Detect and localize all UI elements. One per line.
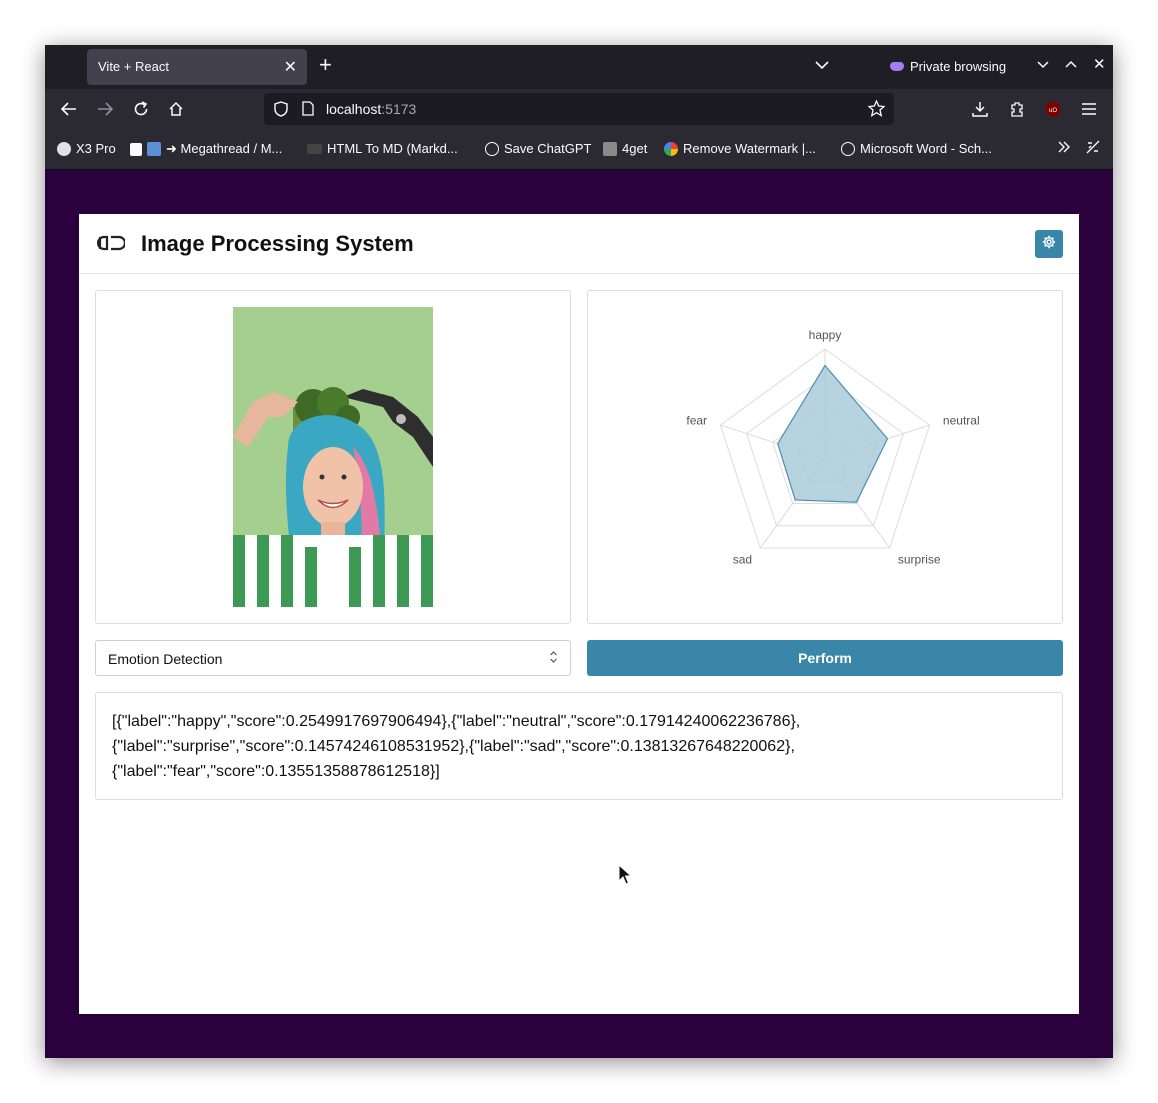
bookmark-favicon-icon (147, 142, 161, 156)
mouse-cursor-icon (618, 863, 633, 891)
radar-axis-label: neutral (943, 414, 980, 428)
radar-axis-label: sad (733, 552, 752, 566)
bookmark-label: HTML To MD (Markd... (327, 141, 458, 156)
forward-icon[interactable] (95, 99, 115, 119)
bookmark-item[interactable]: 4get (603, 141, 647, 156)
bookmarks-bar: X3 Pro ➜ Megathread / M... HTML To MD (M… (45, 129, 1113, 170)
emotion-radar-chart: happy neutral surprise sad fear (686, 328, 980, 566)
ublock-icon[interactable]: uO (1043, 99, 1063, 119)
home-icon[interactable] (166, 99, 186, 119)
shield-icon[interactable] (274, 101, 288, 120)
tab-active[interactable]: Vite + React ✕ (87, 49, 307, 85)
app-logo-icon (96, 232, 127, 259)
bookmark-star-icon[interactable] (867, 99, 886, 120)
bookmark-label: Microsoft Word - Sch... (860, 141, 992, 156)
svg-text:uO: uO (1049, 108, 1057, 114)
settings-button[interactable] (1035, 230, 1063, 258)
toolbar-extension-icon[interactable] (1085, 139, 1101, 155)
chevron-down-icon[interactable] (815, 57, 829, 75)
bookmark-item[interactable]: Microsoft Word - Sch... (841, 141, 992, 156)
downloads-icon[interactable] (970, 99, 990, 119)
close-window-icon[interactable]: ✕ (1093, 55, 1106, 73)
bookmark-label: 4get (622, 141, 648, 156)
radar-series-area (777, 364, 889, 503)
bookmark-label: Save ChatGPT (504, 141, 592, 156)
uploaded-image[interactable] (233, 307, 433, 607)
radar-axis-label: surprise (898, 552, 941, 566)
result-output: [{"label":"happy","score":0.254991769790… (95, 692, 1063, 800)
perform-button[interactable]: Perform (587, 640, 1063, 676)
url-host: localhost (326, 101, 382, 117)
extensions-icon[interactable] (1007, 99, 1027, 119)
globe-icon (841, 141, 855, 156)
bookmark-label: Remove Watermark |... (683, 141, 816, 156)
bookmark-item[interactable]: Save ChatGPT (485, 141, 591, 156)
radar-axis-label: happy (809, 328, 842, 342)
private-browsing-indicator: Private browsing (890, 59, 1006, 74)
page-title: Image Processing System (141, 231, 414, 256)
page-icon (302, 101, 314, 119)
bookmark-label: ➜ Megathread / M... (166, 141, 283, 156)
menu-icon[interactable] (1079, 99, 1099, 119)
tab-close-icon[interactable]: ✕ (284, 57, 297, 77)
new-tab-icon[interactable]: + (319, 54, 332, 76)
task-select[interactable]: Emotion Detection (95, 640, 571, 676)
maximize-icon[interactable] (1065, 57, 1077, 75)
bookmark-item[interactable]: ➜ Megathread / M... (130, 141, 282, 157)
app-page: Image Processing System happy neutral su… (79, 214, 1079, 1014)
minimize-icon[interactable] (1037, 57, 1049, 75)
back-icon[interactable] (59, 99, 79, 119)
url-bar[interactable]: localhost:5173 (264, 93, 894, 125)
url-text[interactable]: localhost:5173 (326, 101, 416, 117)
app-header: Image Processing System (79, 214, 1079, 274)
more-bookmarks-icon[interactable] (1057, 140, 1071, 154)
navigation-bar: localhost:5173 uO (45, 89, 1113, 129)
reddit-favicon-icon (130, 142, 142, 156)
globe-icon (485, 141, 499, 156)
tab-title: Vite + React (98, 59, 169, 74)
emotion-chart-card: happy neutral surprise sad fear (587, 290, 1063, 624)
bookmark-favicon-icon (57, 141, 71, 156)
url-port: :5173 (381, 101, 417, 117)
bookmark-item[interactable]: Remove Watermark |... (664, 141, 816, 156)
bookmark-item[interactable]: X3 Pro (57, 141, 116, 156)
private-browsing-label: Private browsing (910, 59, 1007, 74)
image-preview-card (95, 290, 571, 624)
tab-bar: Vite + React ✕ + Private browsing ✕ (45, 45, 1113, 89)
bookmark-label: X3 Pro (76, 141, 116, 156)
bookmark-favicon-icon (603, 141, 617, 156)
gear-icon (1042, 235, 1056, 254)
task-select-value: Emotion Detection (108, 651, 223, 667)
radar-axis-label: fear (686, 414, 707, 428)
private-mask-icon (890, 62, 904, 72)
reload-icon[interactable] (131, 99, 151, 119)
select-arrows-icon (549, 650, 558, 667)
markdown-favicon-icon (307, 143, 322, 154)
bookmark-item[interactable]: HTML To MD (Markd... (307, 141, 458, 156)
google-favicon-icon (664, 141, 678, 156)
